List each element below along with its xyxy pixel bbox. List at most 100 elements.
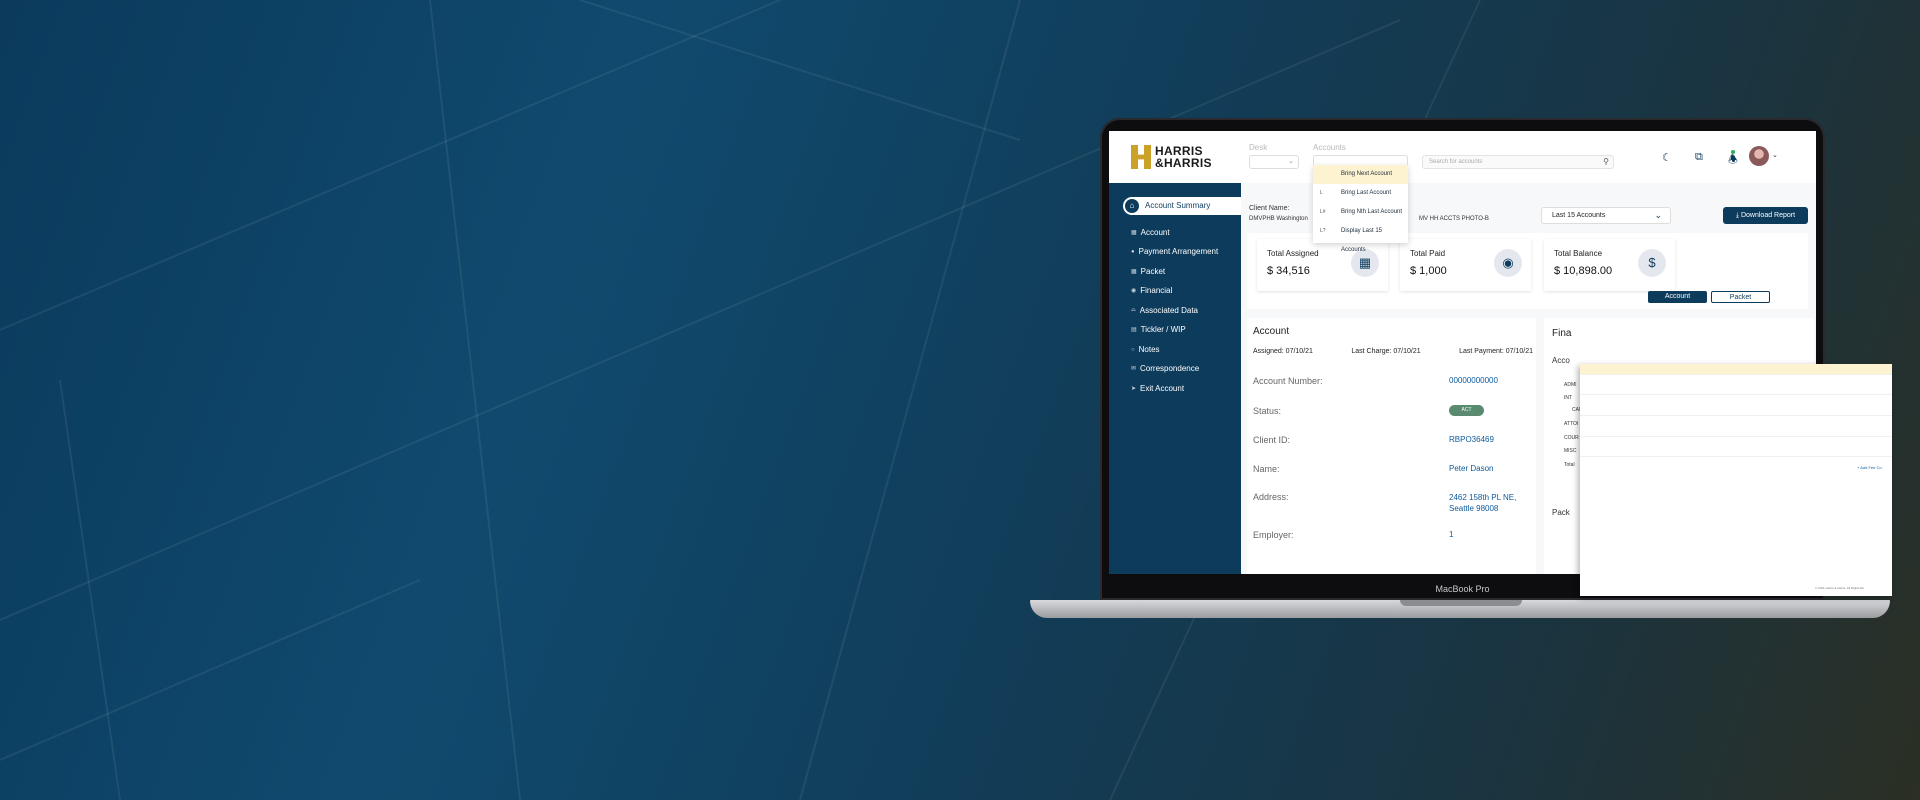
client-name-label: Client Name:: [1249, 205, 1290, 212]
account-tab-button[interactable]: Account: [1648, 291, 1707, 303]
button-label: Packet: [1729, 294, 1752, 301]
table-row[interactable]: [1580, 384, 1892, 395]
logo-line2: &HARRIS: [1155, 156, 1212, 170]
status-badge: ACT: [1449, 405, 1484, 416]
row-value: RBPO36469: [1449, 435, 1494, 444]
client-name-value: DMVPHB Washington: [1249, 216, 1308, 222]
fee-line: ATTOI: [1564, 421, 1579, 427]
sidebar-item-exit-account[interactable]: ➤ Exit Account: [1131, 384, 1184, 393]
cube-icon[interactable]: ⧉: [1695, 151, 1703, 164]
sidebar-item-account-summary[interactable]: ⌂ Account Summary: [1123, 197, 1241, 215]
accounts-dropdown: Bring Next Account L Bring Last Account …: [1313, 165, 1408, 253]
row-label: Name:: [1253, 464, 1280, 474]
search-icon[interactable]: ⚲: [1603, 157, 1609, 166]
row-value: 1: [1449, 530, 1454, 539]
sidebar-item-notes[interactable]: ○ Notes: [1131, 345, 1160, 354]
panel-title: Account: [1253, 326, 1290, 337]
calendar-icon: ▤: [1131, 327, 1137, 333]
panel-subtitle: Acco: [1552, 356, 1570, 365]
payment-icon: ●: [1131, 248, 1135, 255]
select-value: Last 15 Accounts: [1552, 212, 1606, 219]
fee-table-overlay: + Add Fee Co © 2021 Harris & Harris. All…: [1580, 364, 1892, 596]
packet-subtitle: Pack: [1552, 508, 1570, 517]
card-value: $ 10,898.00: [1554, 265, 1613, 277]
moon-icon[interactable]: ☾: [1662, 151, 1672, 164]
table-row[interactable]: [1580, 446, 1892, 457]
fee-line: COUR: [1564, 435, 1579, 441]
row-label: Status:: [1253, 406, 1282, 416]
sidebar-item-associated-data[interactable]: ⌓ Associated Data: [1131, 306, 1198, 315]
sidebar-item-account[interactable]: ▦ Account: [1131, 228, 1170, 237]
notification-dot: [1731, 150, 1735, 154]
dropdown-label: Bring Next Account: [1341, 171, 1393, 177]
download-report-button[interactable]: ⤓ Download Report: [1723, 207, 1808, 224]
harris-logo: HARRIS &HARRIS: [1131, 145, 1212, 169]
packet-tab-button[interactable]: Packet: [1711, 291, 1770, 303]
panel-title: Fina: [1552, 328, 1572, 339]
row-value: 2462 158th PL NE, Seattle 98008: [1449, 493, 1517, 513]
dropdown-item[interactable]: L? Display Last 15 Accounts: [1313, 222, 1408, 253]
packet-icon: ▦: [1131, 269, 1137, 275]
home-icon: ⌂: [1125, 199, 1139, 213]
fee-line: Total: [1564, 462, 1575, 468]
dropdown-key: L#: [1320, 209, 1326, 215]
dropdown-item[interactable]: L Bring Last Account: [1313, 184, 1408, 203]
sidebar-item-payment-arrangement[interactable]: ● Payment Arrangement: [1131, 247, 1218, 256]
total-balance-card: Total Balance $ 10,898.00 $: [1544, 239, 1675, 291]
sidebar-item-label: Payment Arrangement: [1138, 247, 1219, 256]
fee-line: ADMI: [1564, 382, 1577, 388]
sidebar-item-packet[interactable]: ▦ Packet: [1131, 267, 1165, 276]
data-icon: ⌓: [1131, 307, 1136, 313]
payment-icon: ◉: [1494, 249, 1522, 277]
sidebar-item-label: Packet: [1140, 267, 1166, 276]
sidebar-item-tickler[interactable]: ▤ Tickler / WIP: [1131, 325, 1186, 334]
laptop-notch: [1400, 600, 1522, 606]
sidebar-item-financial[interactable]: ◉ Financial: [1131, 286, 1172, 295]
sidebar: ⌂ Account Summary ▦ Account ● Payment Arra…: [1109, 183, 1241, 574]
last-charge-date: Last Charge: 07/10/21: [1351, 348, 1421, 355]
accounts-range-select[interactable]: Last 15 Accounts ⌄: [1541, 207, 1671, 224]
add-fee-link[interactable]: + Add Fee Co: [1857, 465, 1882, 470]
accounts-label: Accounts: [1313, 143, 1346, 152]
search-placeholder: Search for accounts: [1429, 159, 1483, 165]
top-bar: HARRIS &HARRIS Desk ⌄ Accounts Search fo…: [1109, 131, 1816, 183]
desk-label: Desk: [1249, 143, 1268, 152]
name-row: Name: Peter Dason: [1253, 464, 1533, 474]
card-value: $ 34,516: [1267, 265, 1310, 277]
dropdown-key: L: [1320, 190, 1323, 196]
dropdown-key: L?: [1320, 228, 1326, 234]
row-value: 00000000000: [1449, 376, 1498, 385]
card-value: $ 1,000: [1410, 265, 1447, 277]
fee-line: INT: [1564, 395, 1573, 401]
sidebar-item-correspondence[interactable]: ✉ Correspondence: [1131, 364, 1199, 373]
exit-icon: ➤: [1131, 386, 1137, 392]
table-header-row: [1580, 364, 1892, 375]
card-title: Total Paid: [1410, 249, 1446, 258]
financial-icon: ◉: [1131, 288, 1137, 294]
desk-select[interactable]: ⌄: [1249, 155, 1299, 169]
total-assigned-card: Total Assigned $ 34,516 ▦: [1257, 239, 1388, 291]
account-dates: Assigned: 07/10/21 Last Charge: 07/10/21…: [1253, 348, 1533, 355]
download-icon: ⤓: [1735, 212, 1740, 219]
assigned-date: Assigned: 07/10/21: [1253, 348, 1313, 355]
address-row: Address: 2462 158th PL NE, Seattle 98008: [1253, 492, 1533, 513]
status-row: Status: ACT: [1253, 405, 1533, 416]
table-row[interactable]: [1580, 426, 1892, 437]
chevron-down-icon: ⌄: [1654, 210, 1662, 220]
fee-line: MISC: [1564, 448, 1577, 454]
dropdown-item[interactable]: Bring Next Account: [1313, 165, 1408, 184]
sidebar-item-label: Notes: [1138, 345, 1160, 354]
dropdown-item[interactable]: L# Bring Nth Last Account: [1313, 203, 1408, 222]
client-name-value-continued: MV HH ACCTS PHOTO-B: [1419, 216, 1489, 222]
row-label: Account Number:: [1253, 376, 1323, 386]
sidebar-item-label: Account Summary: [1145, 201, 1211, 210]
chevron-down-icon[interactable]: ⌄: [1772, 151, 1778, 159]
employer-row: Employer: 1: [1253, 530, 1533, 540]
total-paid-card: Total Paid $ 1,000 ◉: [1400, 239, 1531, 291]
table-row[interactable]: [1580, 405, 1892, 416]
document-icon: ▦: [1131, 230, 1137, 236]
avatar[interactable]: [1749, 146, 1769, 166]
search-input[interactable]: Search for accounts ⚲: [1422, 155, 1614, 169]
row-label: Address:: [1253, 492, 1289, 502]
dollar-icon: $: [1638, 249, 1666, 277]
